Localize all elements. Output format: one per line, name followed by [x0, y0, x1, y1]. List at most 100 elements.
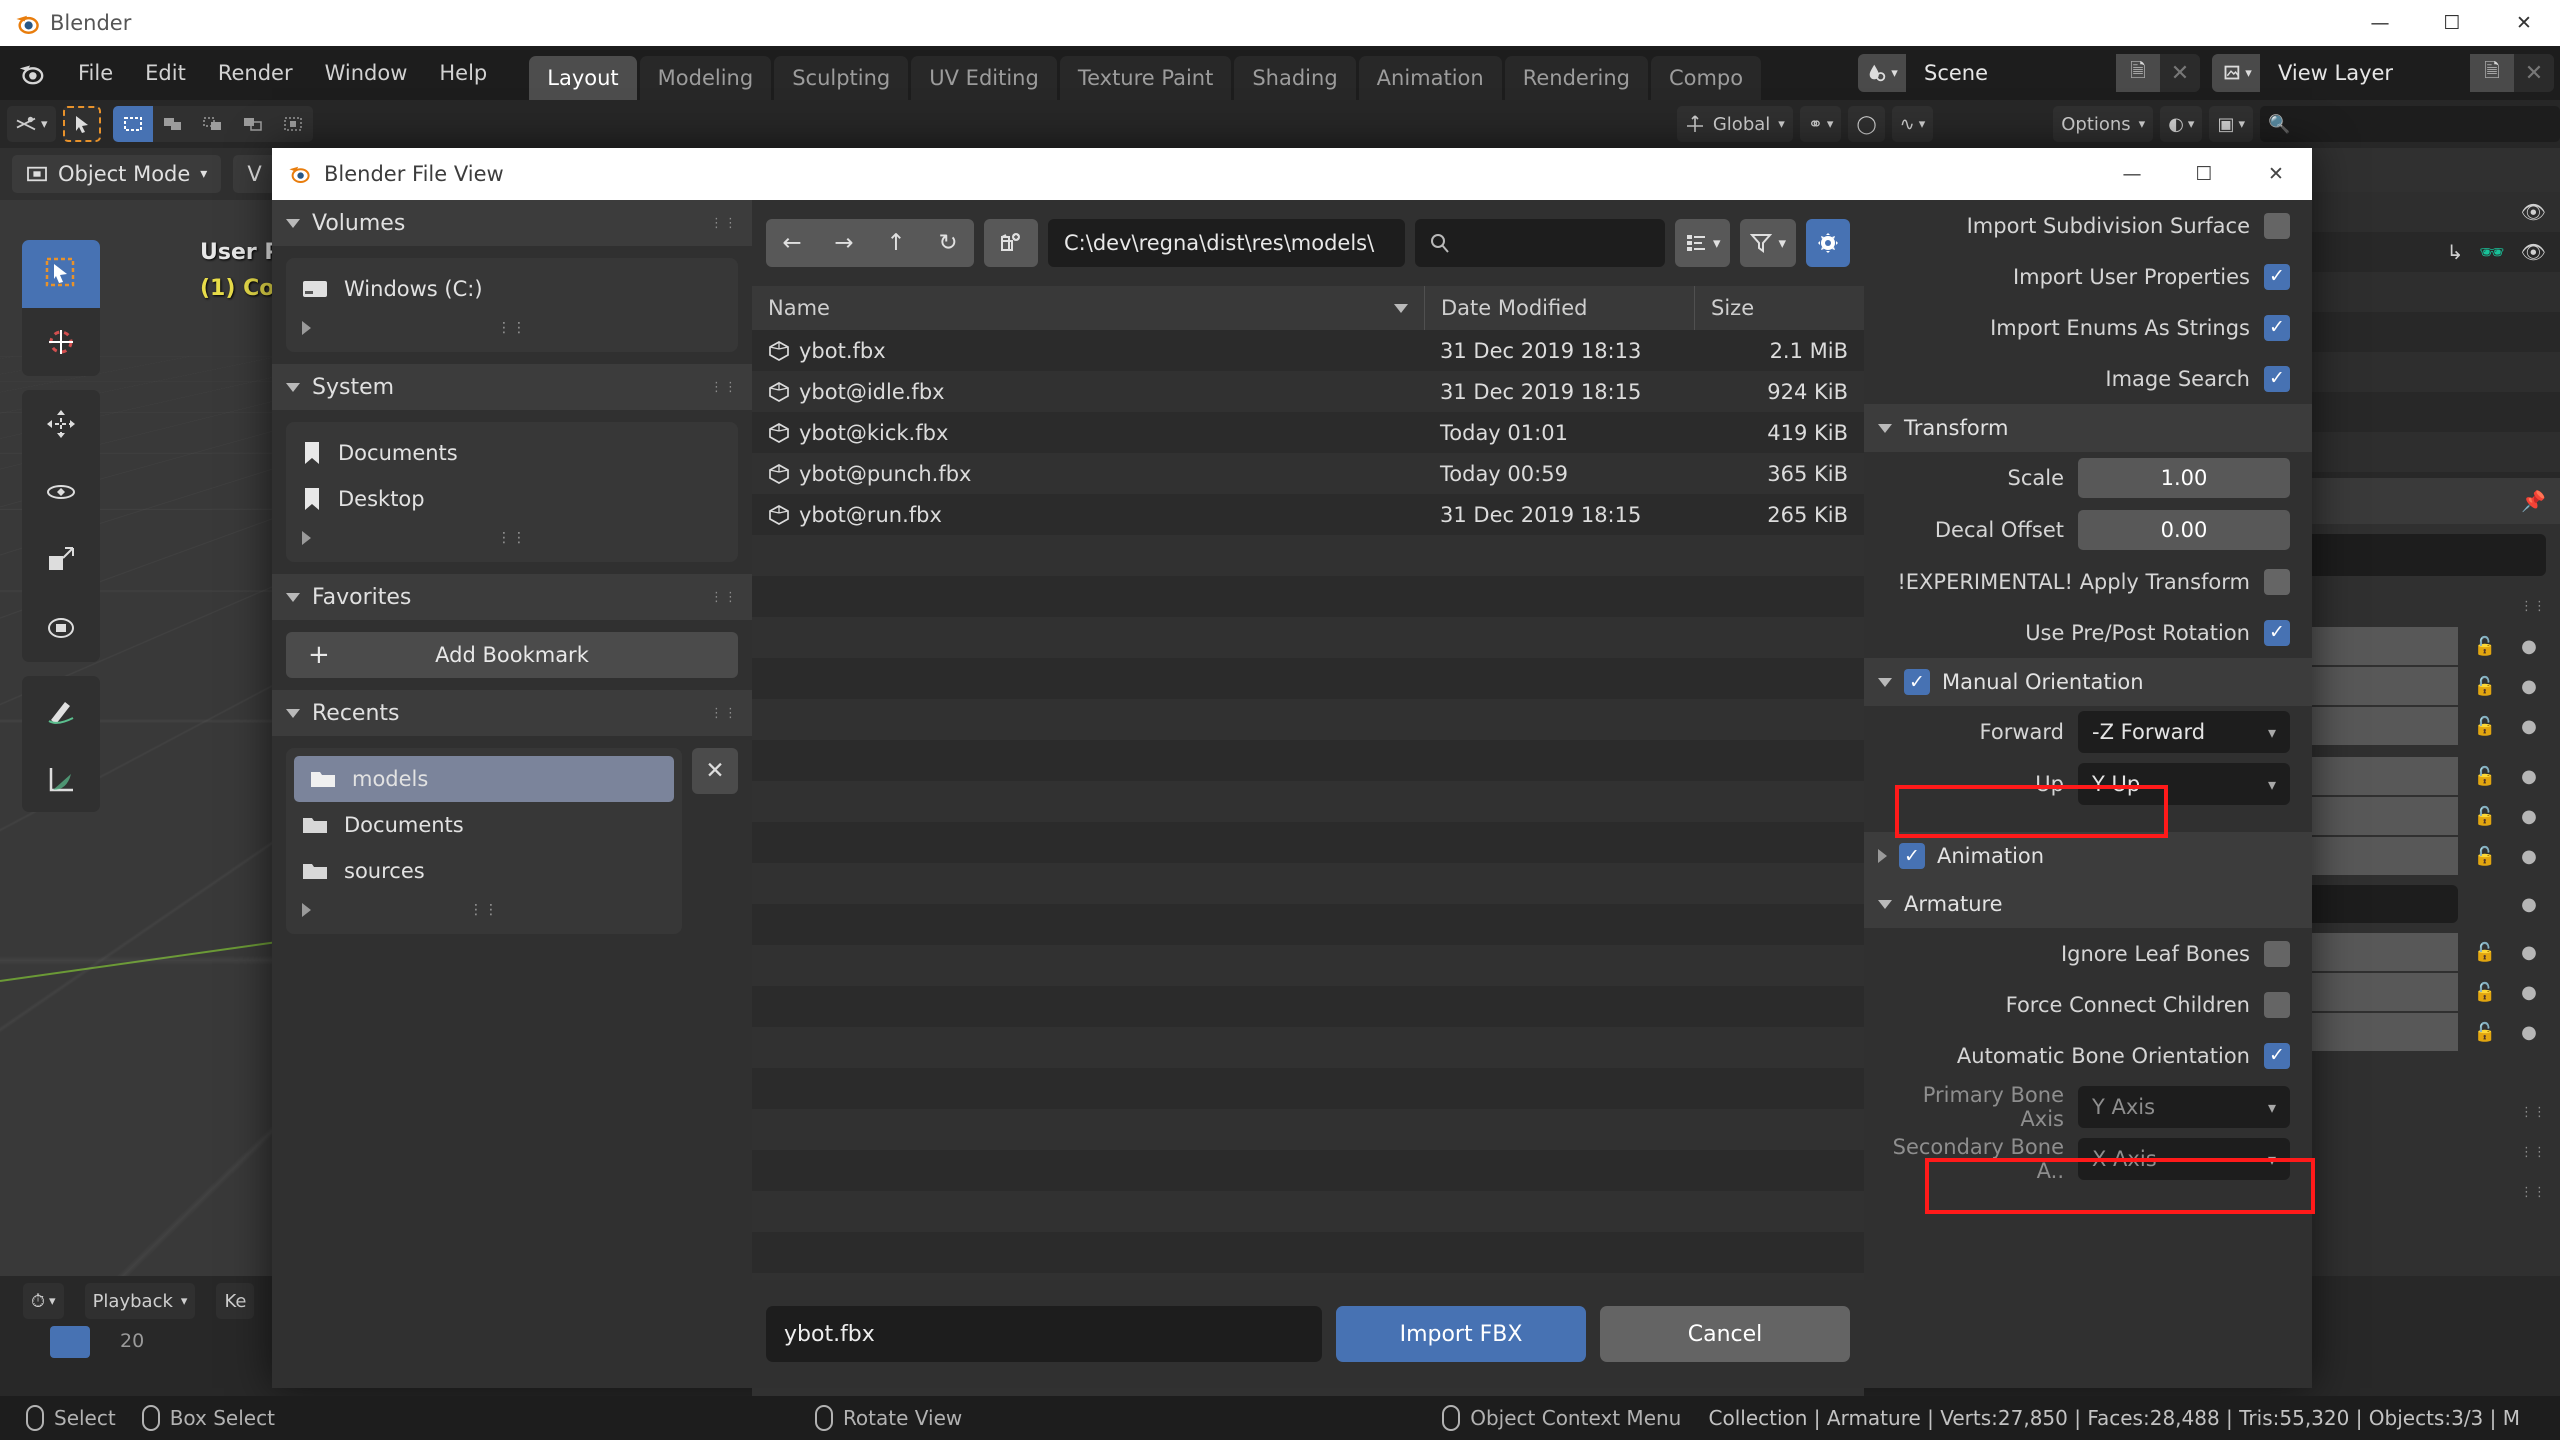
checkbox-use-pre-post-rotation[interactable]: ✓	[2264, 619, 2290, 646]
tab-compositing[interactable]: Compo	[1650, 56, 1762, 100]
filename-input[interactable]: ybot.fbx	[766, 1306, 1322, 1362]
panel-header-transform[interactable]: Transform	[1864, 404, 2312, 452]
field-decal-offset[interactable]: Decal Offset 0.00	[1864, 504, 2312, 556]
new-view-layer-icon[interactable]: 🗎	[2470, 54, 2514, 92]
parent-directory-button[interactable]: ↑	[870, 219, 922, 267]
select-new-icon[interactable]	[112, 106, 153, 142]
snap-magnet-icon[interactable]: ⚭ ▾	[1799, 106, 1842, 142]
system-expand[interactable]: ⋮⋮	[286, 522, 738, 554]
minimize-icon[interactable]: —	[2344, 0, 2416, 46]
table-row[interactable]: ybot.fbx 31 Dec 2019 18:13 2.1 MiB	[752, 330, 1864, 371]
tab-modeling[interactable]: Modeling	[639, 56, 772, 100]
file-list[interactable]: Name Date Modified Size ybot.fbx 31 Dec …	[752, 286, 1864, 1440]
grip-icon[interactable]: ⋮⋮	[497, 320, 527, 336]
option-import-subdivision-surface[interactable]: Import Subdivision Surface	[1864, 200, 2312, 251]
view-menu[interactable]: V	[233, 155, 276, 193]
proportional-edit-icon[interactable]: ◯	[1848, 106, 1885, 142]
annotate-tool-icon[interactable]	[22, 676, 100, 744]
refresh-button[interactable]: ↻	[922, 219, 974, 267]
clear-recents-button[interactable]: ✕	[692, 748, 738, 794]
cursor-tool-icon[interactable]	[22, 308, 100, 376]
field-forward[interactable]: Forward -Z Forward ▾	[1864, 706, 2312, 758]
option-force-connect-children[interactable]: Force Connect Children	[1864, 979, 2312, 1030]
checkbox-ignore-leaf-bones[interactable]	[2264, 940, 2290, 967]
path-input[interactable]: C:\dev\regna\dist\res\models\	[1048, 219, 1405, 267]
view-layer-icon[interactable]: ▾	[2212, 54, 2260, 92]
checkbox-import-subdivision-surface[interactable]	[2264, 212, 2290, 239]
viewport-options-button[interactable]: Options ▾	[2053, 106, 2154, 142]
field-up[interactable]: Up Y Up ▾	[1864, 758, 2312, 810]
close-icon[interactable]: ✕	[2488, 0, 2560, 46]
field-scale-value[interactable]: 1.00	[2078, 458, 2290, 498]
panel-header-manual-orientation[interactable]: ✓ Manual Orientation	[1864, 658, 2312, 706]
proportional-falloff-icon[interactable]: ∿ ▾	[1891, 106, 1934, 142]
transform-orientation-select[interactable]: Global ▾	[1676, 106, 1793, 142]
lock-icon[interactable]: 🔓	[2468, 846, 2502, 867]
move-tool-icon[interactable]	[22, 390, 100, 458]
grip-icon[interactable]: ⋮⋮	[497, 530, 527, 546]
panel-header-armature[interactable]: Armature	[1864, 880, 2312, 928]
import-fbx-button[interactable]: Import FBX	[1336, 1306, 1586, 1362]
option-use-pre-post-rotation[interactable]: Use Pre/Post Rotation ✓	[1864, 607, 2312, 658]
dropdown-up[interactable]: Y Up ▾	[2078, 763, 2290, 805]
sidebar-item-desktop[interactable]: Desktop	[286, 476, 738, 522]
editor-type-icon[interactable]: ▾	[7, 106, 56, 142]
animate-dot-icon[interactable]: ●	[2512, 1022, 2546, 1043]
filter-button[interactable]: ▾	[1740, 219, 1796, 267]
column-header-name[interactable]: Name	[752, 286, 1424, 330]
option-image-search[interactable]: Image Search ✓	[1864, 353, 2312, 404]
shading-mode-icon[interactable]: ◐ ▾	[2160, 106, 2203, 142]
cancel-button[interactable]: Cancel	[1600, 1306, 1850, 1362]
field-decal-offset-value[interactable]: 0.00	[2078, 510, 2290, 550]
overlays-icon[interactable]: ▣ ▾	[2209, 106, 2253, 142]
lock-icon[interactable]: 🔓	[2468, 806, 2502, 827]
checkbox-force-connect-children[interactable]	[2264, 991, 2290, 1018]
animate-dot-icon[interactable]: ●	[2512, 846, 2546, 867]
animate-dot-icon[interactable]: ●	[2512, 894, 2546, 915]
table-row[interactable]: ybot@idle.fbx 31 Dec 2019 18:15 924 KiB	[752, 371, 1864, 412]
modifier-arrow-icon[interactable]: ↳	[2446, 240, 2463, 264]
table-row[interactable]: ybot@run.fbx 31 Dec 2019 18:15 265 KiB	[752, 494, 1864, 535]
grip-icon[interactable]: ⋮⋮	[710, 380, 738, 395]
tab-texture-paint[interactable]: Texture Paint	[1059, 56, 1232, 100]
select-extend-icon[interactable]	[152, 106, 193, 142]
select-intersect-icon[interactable]	[272, 106, 313, 142]
sort-descending-icon[interactable]	[1394, 303, 1408, 313]
sidebar-item-models[interactable]: models	[294, 756, 674, 802]
forward-button[interactable]: →	[818, 219, 870, 267]
sidebar-section-favorites[interactable]: Favorites ⋮⋮	[272, 574, 752, 620]
blender-menu-logo-icon[interactable]	[16, 59, 46, 87]
checkbox-manual-orientation[interactable]: ✓	[1904, 669, 1930, 695]
lock-icon[interactable]: 🔓	[2468, 766, 2502, 787]
armature-data-icon[interactable]: 🕶	[2479, 240, 2504, 264]
animate-dot-icon[interactable]: ●	[2512, 636, 2546, 657]
transform-tool-icon[interactable]	[22, 594, 100, 662]
tool-cursor-icon[interactable]	[62, 106, 101, 142]
view-layer-selector[interactable]: ▾ View Layer 🗎 ✕	[2212, 54, 2554, 92]
measure-tool-icon[interactable]	[22, 744, 100, 812]
tab-rendering[interactable]: Rendering	[1504, 56, 1648, 100]
lock-icon[interactable]: 🔓	[2468, 636, 2502, 657]
animate-dot-icon[interactable]: ●	[2512, 676, 2546, 697]
playback-menu[interactable]: Playback ▾	[84, 1283, 196, 1319]
dialog-close-icon[interactable]: ✕	[2240, 148, 2312, 200]
sidebar-section-recents[interactable]: Recents ⋮⋮	[272, 690, 752, 736]
recents-expand[interactable]: ⋮⋮	[286, 894, 682, 926]
playhead[interactable]	[50, 1326, 90, 1358]
tweak-tool-icon[interactable]	[22, 240, 100, 308]
unlink-scene-icon[interactable]: ✕	[2160, 54, 2200, 92]
table-row[interactable]: ybot@punch.fbx Today 00:59 365 KiB	[752, 453, 1864, 494]
grip-icon[interactable]: ⋮⋮	[710, 216, 738, 231]
grip-icon[interactable]: ⋮⋮	[710, 590, 738, 605]
tab-uv-editing[interactable]: UV Editing	[911, 56, 1057, 100]
tab-layout[interactable]: Layout	[529, 56, 637, 100]
keying-menu[interactable]: Ke	[216, 1283, 255, 1319]
dialog-maximize-icon[interactable]: ☐	[2168, 148, 2240, 200]
settings-button[interactable]	[1806, 219, 1850, 267]
lock-icon[interactable]: 🔓	[2468, 716, 2502, 737]
tab-animation[interactable]: Animation	[1358, 56, 1502, 100]
object-mode-selector[interactable]: Object Mode ▾	[12, 155, 222, 193]
checkbox-image-search[interactable]: ✓	[2264, 365, 2290, 392]
sidebar-item-windows-c[interactable]: Windows (C:)	[286, 266, 738, 312]
volumes-expand[interactable]: ⋮⋮	[286, 312, 738, 344]
